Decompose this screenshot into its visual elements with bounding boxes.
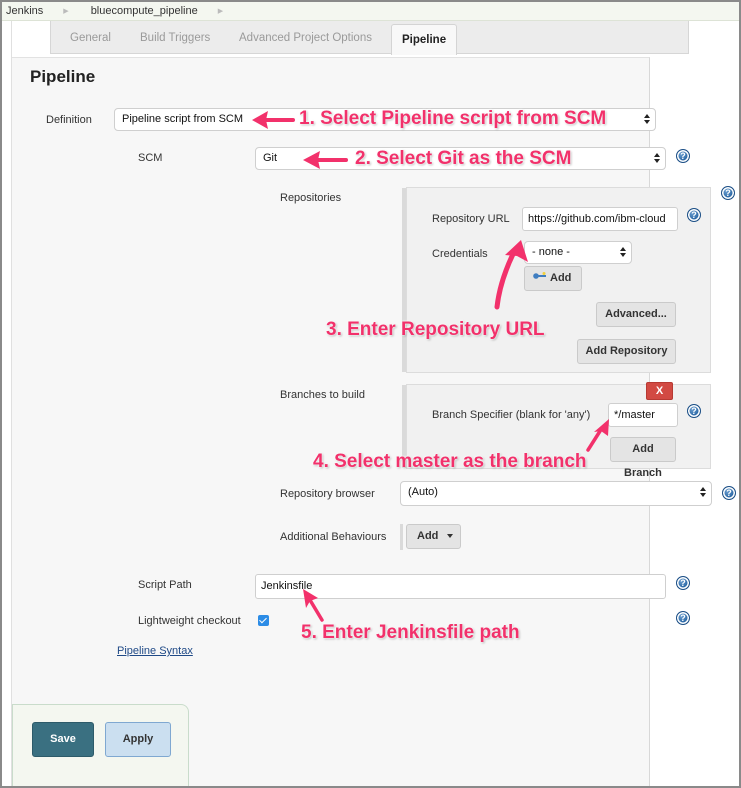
- breadcrumb-jenkins[interactable]: Jenkins: [2, 5, 49, 17]
- apply-button[interactable]: Apply: [105, 722, 171, 757]
- additional-behaviours-bar: [400, 524, 403, 550]
- annotation-1: 1. Select Pipeline script from SCM: [299, 108, 607, 129]
- script-path-label: Script Path: [138, 579, 192, 591]
- scm-select-value: Git: [263, 152, 278, 164]
- repositories-help-icon[interactable]: ?: [721, 186, 735, 200]
- select-arrows-icon: [644, 113, 650, 126]
- definition-select-value: Pipeline script from SCM: [122, 113, 244, 125]
- select-arrows-icon: [700, 486, 706, 499]
- repository-browser-select[interactable]: (Auto): [400, 481, 712, 506]
- add-credentials-button[interactable]: Add: [524, 266, 582, 291]
- lightweight-checkout-label: Lightweight checkout: [138, 615, 241, 627]
- repository-browser-help-icon[interactable]: ?: [722, 486, 736, 500]
- save-button[interactable]: Save: [32, 722, 94, 757]
- credentials-select[interactable]: - none -: [524, 241, 632, 264]
- add-behaviour-label: Add: [417, 530, 439, 542]
- credentials-select-value: - none -: [532, 246, 570, 258]
- branch-specifier-input[interactable]: */master: [608, 403, 678, 427]
- advanced-button[interactable]: Advanced...: [596, 302, 676, 327]
- breadcrumb: Jenkins ▶ bluecompute_pipeline ▶: [2, 2, 739, 21]
- tab-advanced-project-options[interactable]: Advanced Project Options: [239, 21, 372, 54]
- config-tabs: General Build Triggers Advanced Project …: [50, 21, 689, 55]
- select-arrows-icon: [620, 246, 626, 259]
- repository-url-label: Repository URL: [432, 213, 510, 225]
- repositories-drag-handle[interactable]: [402, 188, 406, 372]
- repository-url-input[interactable]: https://github.com/ibm-cloud: [522, 207, 678, 231]
- breadcrumb-separator-icon: ▶: [63, 8, 69, 15]
- script-path-help-icon[interactable]: ?: [676, 576, 690, 590]
- add-branch-sublabel: Branch: [624, 467, 662, 479]
- annotation-3: 3. Enter Repository URL: [326, 319, 545, 340]
- annotation-2: 2. Select Git as the SCM: [355, 148, 572, 169]
- lightweight-checkout-help-icon[interactable]: ?: [676, 611, 690, 625]
- key-icon: [533, 266, 547, 279]
- repository-browser-select-value: (Auto): [408, 486, 438, 498]
- left-gutter: [2, 21, 12, 786]
- definition-label: Definition: [46, 114, 92, 126]
- tab-build-triggers[interactable]: Build Triggers: [140, 21, 210, 54]
- annotation-5: 5. Enter Jenkinsfile path: [301, 622, 520, 643]
- repository-browser-label: Repository browser: [280, 488, 375, 500]
- script-path-input[interactable]: Jenkinsfile: [255, 574, 666, 599]
- section-title: Pipeline: [30, 67, 96, 86]
- credentials-label: Credentials: [432, 248, 488, 260]
- scm-label: SCM: [138, 152, 163, 164]
- repositories-label: Repositories: [280, 192, 342, 204]
- annotation-4: 4. Select master as the branch: [313, 451, 587, 472]
- caret-down-icon: [447, 534, 454, 539]
- branch-specifier-label: Branch Specifier (blank for 'any'): [432, 409, 591, 421]
- tab-general[interactable]: General: [70, 21, 111, 54]
- additional-behaviours-label: Additional Behaviours: [280, 531, 387, 543]
- add-credentials-label: Add: [550, 272, 572, 284]
- add-repository-button[interactable]: Add Repository: [577, 339, 676, 364]
- delete-branch-button[interactable]: X: [646, 382, 673, 400]
- breadcrumb-job[interactable]: bluecompute_pipeline: [87, 5, 204, 17]
- scm-help-icon[interactable]: ?: [676, 149, 690, 163]
- pipeline-syntax-link[interactable]: Pipeline Syntax: [117, 645, 193, 657]
- branch-specifier-help-icon[interactable]: ?: [687, 404, 701, 418]
- select-arrows-icon: [654, 152, 660, 165]
- lightweight-checkout-checkbox[interactable]: [258, 615, 269, 626]
- add-branch-button[interactable]: Add: [610, 437, 676, 462]
- branches-label: Branches to build: [280, 389, 365, 401]
- add-behaviour-button[interactable]: Add: [406, 524, 461, 549]
- tab-pipeline[interactable]: Pipeline: [391, 24, 458, 55]
- repository-url-help-icon[interactable]: ?: [687, 208, 701, 222]
- breadcrumb-separator-icon: ▶: [217, 8, 224, 15]
